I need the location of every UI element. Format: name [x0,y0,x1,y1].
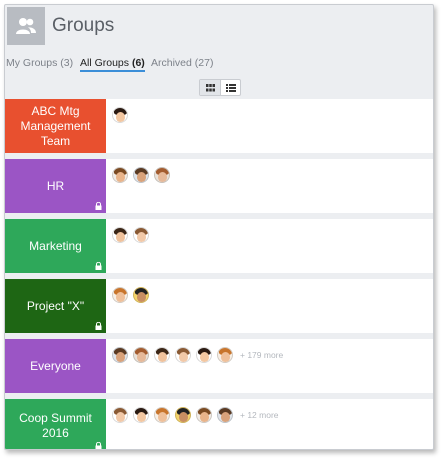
group-name: Project "X" [26,298,85,313]
lock-icon [95,202,102,210]
member-avatar[interactable] [133,286,149,303]
view-toggle [199,79,241,96]
group-tile[interactable]: Coop Summit 2016 [5,399,106,449]
member-avatar[interactable] [112,226,128,243]
tab-my-groups[interactable]: My Groups (3) [6,57,73,69]
member-avatars [112,166,175,183]
avatar-face [137,291,146,302]
member-avatar[interactable] [175,406,191,423]
avatar-face [158,351,167,362]
member-avatar[interactable] [112,106,128,123]
more-members-link[interactable]: + 179 more [240,350,283,360]
tab-count: (27) [194,57,214,69]
tab-label: My Groups [6,57,58,69]
member-avatar[interactable] [133,346,149,363]
member-avatar[interactable] [133,166,149,183]
more-members-link[interactable]: + 12 more [240,410,279,420]
avatar-face [137,171,146,182]
member-avatars [112,286,154,303]
group-tile[interactable]: Everyone [5,339,106,393]
avatar-face [116,111,125,122]
lock-icon [95,442,102,449]
avatar-face [221,351,230,362]
group-tile[interactable]: HR [5,159,106,213]
avatar-face [137,231,146,242]
groups-panel: Groups My Groups (3) All Groups (6) Arch… [4,4,434,450]
member-avatar[interactable] [133,226,149,243]
tab-archived[interactable]: Archived (27) [151,57,213,69]
member-avatar[interactable] [217,346,233,363]
avatar-face [116,231,125,242]
group-tile[interactable]: Marketing [5,219,106,273]
member-avatar[interactable] [196,406,212,423]
page-header: Groups [5,5,433,49]
tab-label: All Groups [80,57,130,69]
page-title: Groups [52,15,115,36]
tab-all-groups[interactable]: All Groups (6) [80,57,145,72]
groups-icon [7,7,45,45]
avatar-face [137,411,146,422]
group-name: Everyone [30,358,81,373]
grid-icon [205,83,215,91]
member-avatar[interactable] [133,406,149,423]
avatar-face [200,351,209,362]
lock-icon [95,322,102,330]
avatar-face [179,411,188,422]
avatar-face [158,411,167,422]
grid-view-button[interactable] [200,80,220,95]
group-tile[interactable]: Project "X" [5,279,106,333]
avatar-face [116,351,125,362]
avatar-face [158,171,167,182]
avatar-face [116,411,125,422]
avatar-face [179,351,188,362]
member-avatars: + 179 more [112,346,283,363]
group-name: Coop Summit 2016 [19,411,92,440]
lock-icon [95,262,102,270]
group-name: Marketing [29,238,82,253]
tab-label: Archived [151,57,192,69]
avatar-face [137,351,146,362]
member-avatar[interactable] [196,346,212,363]
member-avatar[interactable] [154,406,170,423]
member-avatar[interactable] [112,166,128,183]
group-row-abc-mtg: ABC Mtg Management Team [5,99,433,153]
list-view-button[interactable] [220,80,240,95]
avatar-face [116,291,125,302]
group-row-marketing: Marketing [5,219,433,273]
member-avatar[interactable] [217,406,233,423]
tab-count: (6) [131,57,145,69]
member-avatar[interactable] [154,346,170,363]
avatar-face [116,171,125,182]
member-avatar[interactable] [112,406,128,423]
member-avatar[interactable] [175,346,191,363]
avatar-face [221,411,230,422]
avatar-face [200,411,209,422]
group-name: HR [46,178,65,193]
group-tile[interactable]: ABC Mtg Management Team [5,99,106,153]
tab-count: (3) [60,57,74,69]
group-row-everyone: Everyone + 179 more [5,339,433,393]
list-icon [225,83,236,92]
member-avatar[interactable] [112,346,128,363]
member-avatar[interactable] [112,286,128,303]
member-avatars [112,226,154,243]
member-avatar[interactable] [154,166,170,183]
group-name: ABC Mtg Management Team [20,103,91,148]
group-row-project-x: Project "X" [5,279,433,333]
group-row-hr: HR [5,159,433,213]
member-avatars [112,106,133,123]
member-avatars: + 12 more [112,406,279,423]
group-row-coop-summit: Coop Summit 2016 + 12 more [5,399,433,449]
